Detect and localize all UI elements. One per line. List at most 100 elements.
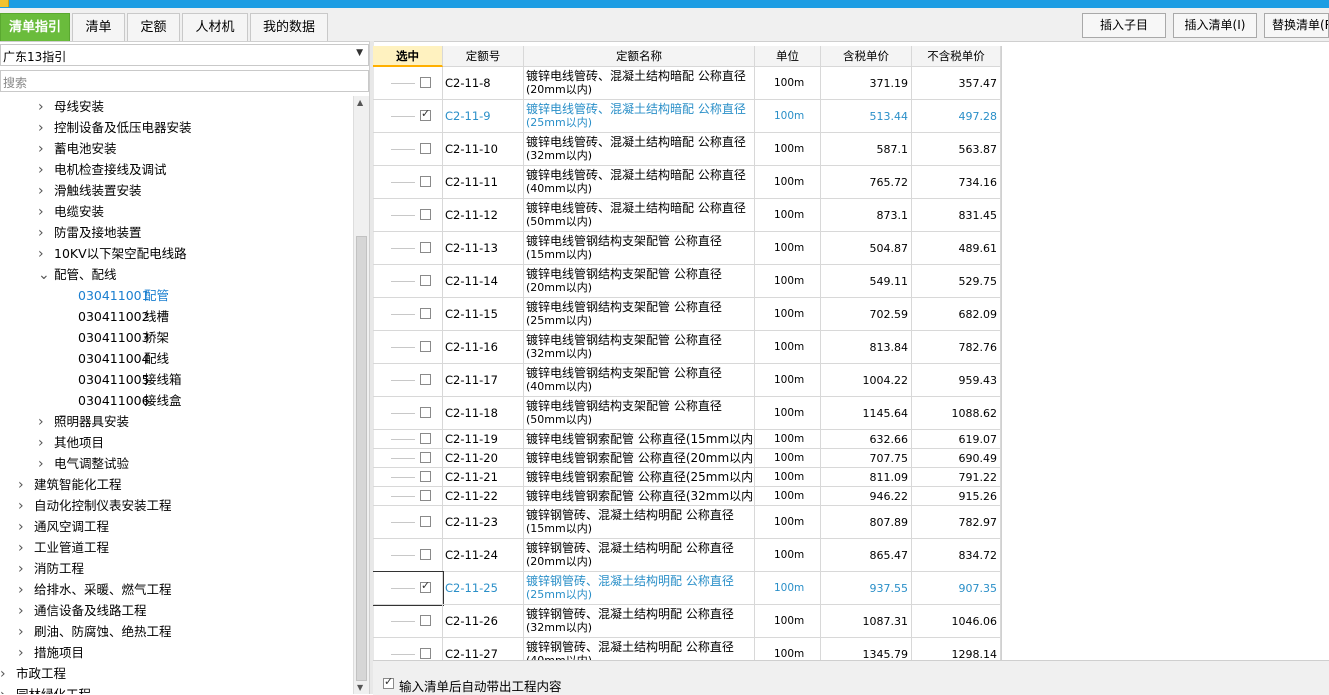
row-checkbox[interactable] [420,374,431,385]
chevron-right-icon[interactable]: › [0,664,16,685]
auto-bring-checkbox[interactable]: ✓ [383,675,394,689]
row-select-cell[interactable] [373,232,443,265]
row-checkbox[interactable] [420,433,431,444]
row-select-cell[interactable] [373,298,443,331]
tree-node[interactable]: › 市政工程 [0,663,66,684]
row-checkbox[interactable] [420,242,431,253]
chevron-right-icon[interactable]: › [18,643,34,664]
col-header-select[interactable]: 选中 [373,46,443,67]
row-select-cell[interactable] [373,199,443,232]
col-header-code[interactable]: 定额号 [443,46,524,67]
chevron-right-icon[interactable]: › [38,412,54,433]
chevron-right-icon[interactable]: › [38,181,54,202]
tree-leaf-item[interactable]: 030411001配管 [78,285,169,306]
guide-select[interactable]: 广东13指引 ▼ [0,44,369,66]
row-checkbox[interactable] [420,77,431,88]
tree-node[interactable]: › 通信设备及线路工程 [18,600,147,621]
row-select-cell[interactable] [373,67,443,100]
chevron-right-icon[interactable]: › [18,622,34,643]
tree-node[interactable]: › 电缆安装 [38,201,104,222]
insert-child-button[interactable]: 插入子目 [1082,13,1166,38]
tree-node[interactable]: › 控制设备及低压电器安装 [38,117,192,138]
row-checkbox[interactable] [420,275,431,286]
tree-leaf-item[interactable]: 030411006接线盒 [78,390,182,411]
chevron-right-icon[interactable]: › [18,580,34,601]
row-select-cell[interactable] [373,364,443,397]
row-checkbox[interactable] [420,308,431,319]
scroll-thumb[interactable] [356,236,367,681]
tree-node[interactable]: › 通风空调工程 [18,516,109,537]
search-input[interactable]: 搜索 [0,70,369,92]
chevron-down-icon[interactable]: ⌄ [38,265,54,286]
chevron-right-icon[interactable]: › [38,433,54,454]
tree-node[interactable]: › 防雷及接地装置 [38,222,142,243]
chevron-right-icon[interactable]: › [0,685,16,694]
tab-list[interactable]: 清单 [72,13,125,41]
row-select-cell[interactable] [373,133,443,166]
chevron-right-icon[interactable]: › [18,559,34,580]
chevron-right-icon[interactable]: › [38,160,54,181]
tree-node[interactable]: › 其他项目 [38,432,104,453]
row-checkbox[interactable] [420,407,431,418]
row-checkbox[interactable] [420,176,431,187]
tree-node[interactable]: › 蓄电池安装 [38,138,117,159]
chevron-right-icon[interactable]: › [38,139,54,160]
row-checkbox[interactable] [420,341,431,352]
col-header-name[interactable]: 定额名称 [524,46,755,67]
row-select-cell[interactable] [373,638,443,660]
tree-node[interactable]: › 建筑智能化工程 [18,474,122,495]
tab-quota[interactable]: 定额 [127,13,180,41]
row-select-cell[interactable] [373,430,443,449]
tab-my-data[interactable]: 我的数据 [250,13,328,41]
row-checkbox[interactable]: ✓ [420,107,431,121]
row-select-cell[interactable]: ✓ [373,571,444,606]
row-select-cell[interactable] [373,331,443,364]
row-select-cell[interactable] [373,539,443,572]
tree-leaf-item[interactable]: 030411005接线箱 [78,369,182,390]
row-checkbox[interactable] [420,452,431,463]
tree-node[interactable]: ›园林绿化工程 [0,684,91,694]
chevron-right-icon[interactable]: › [38,244,54,265]
row-select-cell[interactable] [373,265,443,298]
chevron-right-icon[interactable]: › [18,517,34,538]
tree-node[interactable]: › 照明器具安装 [38,411,129,432]
row-checkbox[interactable] [420,471,431,482]
chevron-right-icon[interactable]: › [18,601,34,622]
row-checkbox[interactable] [420,490,431,501]
chevron-right-icon[interactable]: › [38,118,54,139]
tree-node[interactable]: › 给排水、采暖、燃气工程 [18,579,172,600]
row-checkbox[interactable] [420,143,431,154]
chevron-right-icon[interactable]: › [38,202,54,223]
tree-node[interactable]: › 电气调整试验 [38,453,129,474]
tree-leaf-item[interactable]: 030411004配线 [78,348,169,369]
row-select-cell[interactable] [373,506,443,539]
tree-node[interactable]: › 自动化控制仪表安装工程 [18,495,172,516]
row-checkbox[interactable] [420,549,431,560]
tree-node[interactable]: › 工业管道工程 [18,537,109,558]
tree-node[interactable]: › 滑触线装置安装 [38,180,142,201]
scroll-down-icon[interactable]: ▼ [357,683,363,692]
row-select-cell[interactable] [373,166,443,199]
col-header-unit[interactable]: 单位 [755,46,821,67]
tree-node[interactable]: › 10KV以下架空配电线路 [38,243,187,264]
chevron-right-icon[interactable]: › [18,475,34,496]
chevron-right-icon[interactable]: › [38,454,54,475]
tree-leaf-item[interactable]: 030411002线槽 [78,306,169,327]
row-select-cell[interactable] [373,449,443,468]
tree-scrollbar[interactable]: ▲ ▼ [353,96,370,694]
col-header-notax-price[interactable]: 不含税单价 [912,46,1001,67]
scroll-up-icon[interactable]: ▲ [357,98,363,107]
tree-node[interactable]: ⌄ 配管、配线 [38,264,117,285]
row-select-cell[interactable] [373,468,443,487]
tree-node[interactable]: › 措施项目 [18,642,84,663]
tree-node[interactable]: › 电机检查接线及调试 [38,159,167,180]
row-select-cell[interactable]: ✓ [373,100,443,133]
tab-list-guide[interactable]: 清单指引 [0,13,70,41]
tree-node[interactable]: › 消防工程 [18,558,84,579]
col-header-tax-price[interactable]: 含税单价 [821,46,912,67]
chevron-right-icon[interactable]: › [18,496,34,517]
insert-list-button[interactable]: 插入清单(I) [1173,13,1257,38]
row-checkbox[interactable] [420,209,431,220]
row-checkbox[interactable] [420,648,431,659]
tree-node[interactable]: › 母线安装 [38,96,104,117]
